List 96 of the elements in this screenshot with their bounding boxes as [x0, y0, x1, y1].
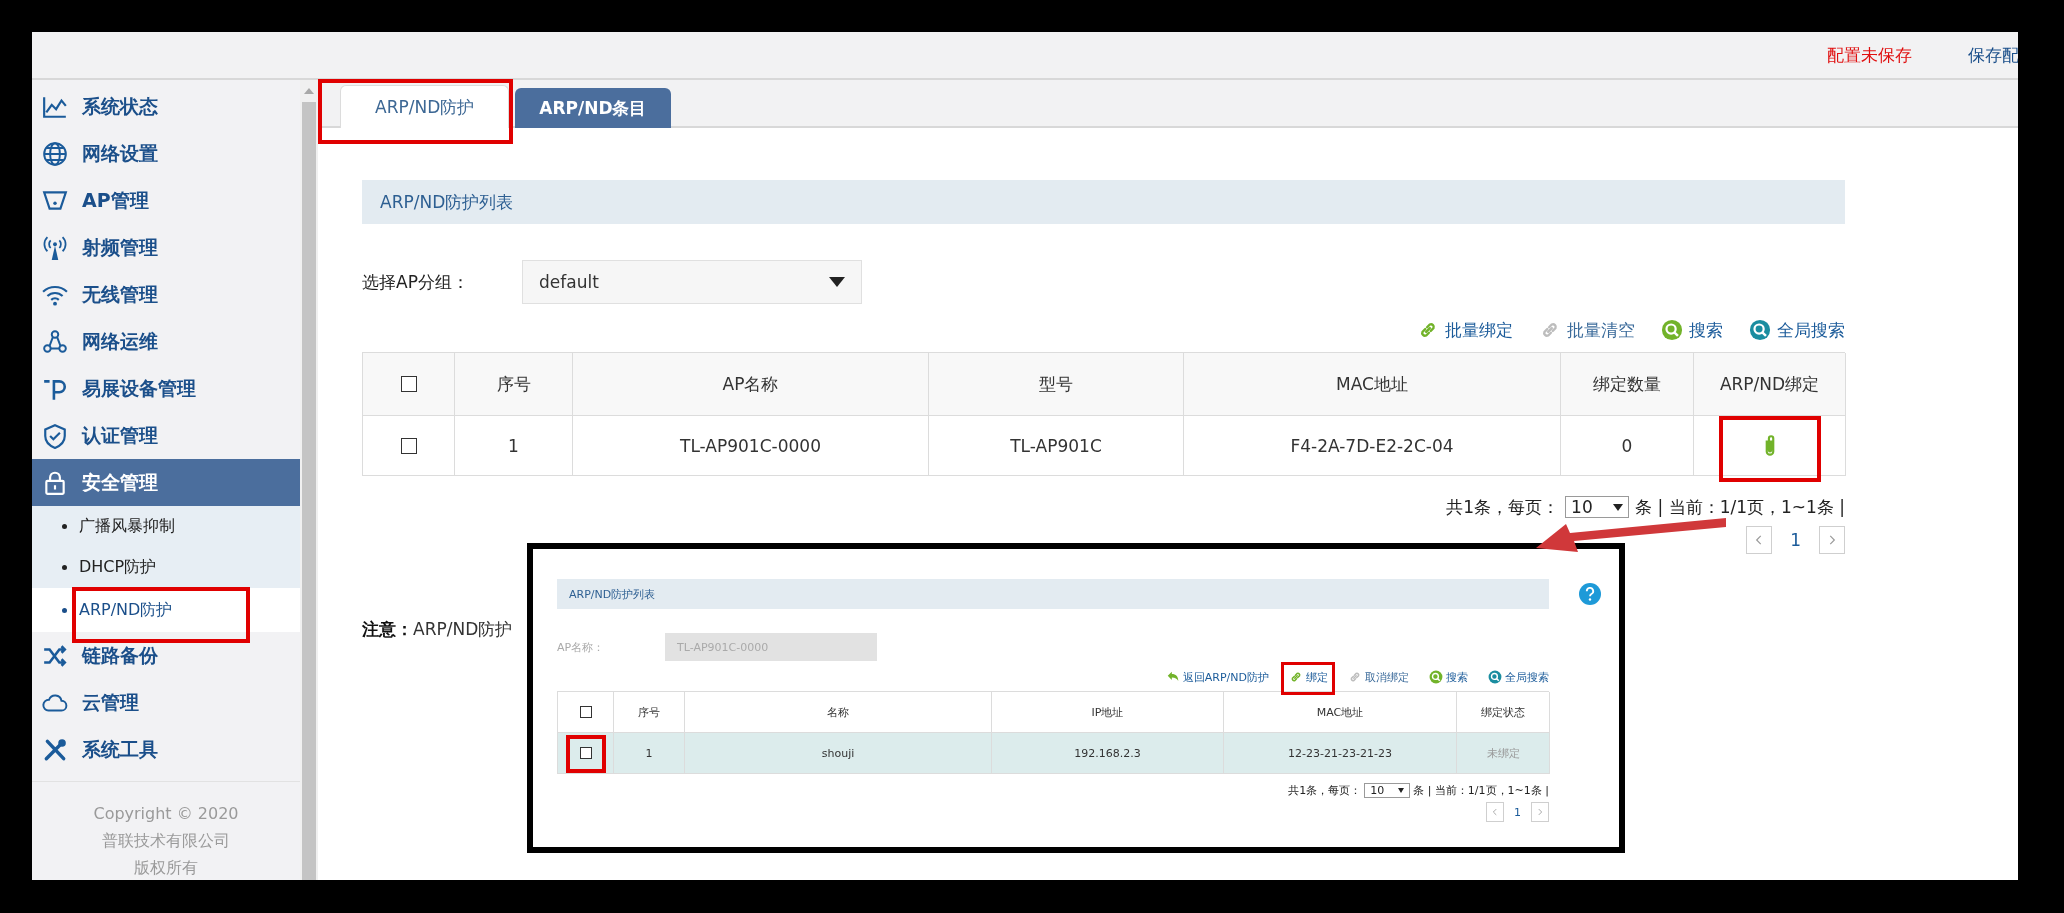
- tab[interactable]: ARP/ND条目: [515, 88, 671, 128]
- field-label: 选择AP分组：: [362, 270, 470, 294]
- column-header: ARP/ND绑定: [1694, 353, 1846, 416]
- table-cell: 0: [1561, 416, 1694, 476]
- group-select[interactable]: default: [522, 260, 862, 304]
- sidebar-item[interactable]: 链路备份: [32, 632, 300, 679]
- toolbar-link[interactable]: 搜索: [1429, 669, 1468, 685]
- sidebar-item[interactable]: AP管理: [32, 177, 300, 224]
- chain-link-icon: [1289, 670, 1303, 684]
- table-cell: TL-AP901C-0000: [573, 416, 929, 476]
- previous-page-button[interactable]: [1746, 526, 1773, 554]
- note-text: 注意：ARP/ND防护: [362, 618, 514, 641]
- submenu-item[interactable]: 广播风暴抑制: [32, 506, 300, 547]
- column-header: AP名称: [573, 353, 929, 416]
- submenu-item[interactable]: DHCP防护: [32, 547, 300, 588]
- scrollbar[interactable]: [300, 80, 318, 880]
- globe-icon: [42, 140, 68, 167]
- help-icon: [1579, 583, 1601, 605]
- bullet-icon: [62, 565, 67, 570]
- submenu-item[interactable]: ARP/ND防护: [32, 588, 300, 632]
- copyright-text: Copyright © 2020: [92, 803, 240, 825]
- sidebar-item[interactable]: 系统工具: [32, 726, 300, 773]
- column-header: 绑定状态: [1457, 692, 1550, 733]
- field-label: AP名称：: [557, 639, 606, 655]
- checkbox[interactable]: [400, 437, 417, 454]
- table-cell: 1: [614, 733, 685, 774]
- tools-icon: [42, 736, 68, 763]
- pagination-summary: 共1条，每页：: [1288, 782, 1362, 798]
- next-page-button[interactable]: [1819, 526, 1845, 554]
- column-header: MAC地址: [1224, 692, 1457, 733]
- sidebar-item[interactable]: 安全管理: [32, 459, 300, 506]
- checkbox[interactable]: [579, 747, 592, 759]
- next-page-button[interactable]: [1531, 802, 1549, 822]
- pagination-summary: 共1条，每页：: [1446, 495, 1560, 519]
- section-header: ARP/ND防护列表: [557, 579, 1549, 609]
- column-header: IP地址: [992, 692, 1224, 733]
- network-nodes-icon: [42, 328, 68, 355]
- search-icon: [1749, 319, 1771, 341]
- toolbar-link[interactable]: 返回ARP/ND防护: [1165, 669, 1269, 685]
- lock-icon: [42, 469, 68, 496]
- checkbox[interactable]: [400, 376, 417, 392]
- caret-icon: [1613, 503, 1624, 511]
- sidebar-item[interactable]: 云管理: [32, 679, 300, 726]
- bullet-icon: [62, 524, 67, 529]
- per-page-select[interactable]: 10: [1364, 782, 1411, 798]
- table-cell: 192.168.2.3: [992, 733, 1224, 774]
- column-header: 序号: [455, 353, 573, 416]
- bullet-icon: [62, 607, 67, 613]
- chevron-right-icon: [1535, 807, 1545, 817]
- table-cell: TL-AP901C: [929, 416, 1184, 476]
- column-header: 型号: [929, 353, 1184, 416]
- sidebar-item[interactable]: 网络运维: [32, 318, 300, 365]
- caret-icon: [1398, 787, 1405, 793]
- toolbar-link[interactable]: 搜索: [1661, 318, 1723, 342]
- search-icon: [1661, 319, 1683, 341]
- sidebar-item[interactable]: 射频管理: [32, 224, 300, 271]
- toolbar-link[interactable]: 全局搜索: [1488, 669, 1549, 685]
- sidebar-item[interactable]: 系统状态: [32, 83, 300, 130]
- copyright-text: 普联技术有限公司: [101, 830, 231, 852]
- checkbox[interactable]: [579, 706, 592, 718]
- table-cell: 1: [455, 416, 573, 476]
- section-header: ARP/ND防护列表: [362, 180, 1845, 224]
- per-page-select[interactable]: 10: [1565, 496, 1630, 518]
- chevron-left-icon: [1490, 807, 1500, 817]
- toolbar-link[interactable]: 绑定: [1289, 669, 1328, 685]
- pagination-info: 条 | 当前：1/1页，1~1条 |: [1413, 782, 1549, 798]
- pagination-info: 条 | 当前：1/1页，1~1条 |: [1635, 495, 1845, 519]
- column-header: 名称: [685, 692, 992, 733]
- unsaved-notice: 配置未保存: [1827, 43, 1912, 67]
- column-header: 绑定数量: [1561, 353, 1694, 416]
- chain-link-icon: [1348, 670, 1362, 684]
- table-cell: F4-2A-7D-E2-2C-04: [1184, 416, 1561, 476]
- tab[interactable]: ARP/ND防护: [340, 85, 510, 128]
- page-number[interactable]: 1: [1790, 530, 1801, 550]
- column-header: MAC地址: [1184, 353, 1561, 416]
- sidebar-item[interactable]: 网络设置: [32, 130, 300, 177]
- toolbar-link[interactable]: 批量绑定: [1417, 318, 1513, 342]
- table-cell: 未绑定: [1457, 733, 1550, 774]
- previous-page-button[interactable]: [1486, 802, 1504, 822]
- column-header: 序号: [614, 692, 685, 733]
- shield-check-icon: [42, 422, 68, 449]
- caret-icon: [829, 277, 845, 287]
- toolbar-link[interactable]: 全局搜索: [1749, 318, 1845, 342]
- copyright-text: 版权所有: [133, 857, 199, 879]
- sidebar-item[interactable]: 认证管理: [32, 412, 300, 459]
- save-config-link[interactable]: 保存配: [1968, 43, 2018, 67]
- table-cell: 12-23-21-23-21-23: [1224, 733, 1457, 774]
- table-cell: shouji: [685, 733, 992, 774]
- page-number[interactable]: 1: [1514, 805, 1521, 819]
- shuffle-icon: [42, 642, 68, 669]
- antenna-icon: [42, 234, 68, 261]
- sidebar-item[interactable]: 易展设备管理: [32, 365, 300, 412]
- search-icon: [1429, 670, 1443, 684]
- sidebar-item[interactable]: 无线管理: [32, 271, 300, 318]
- search-icon: [1488, 670, 1502, 684]
- help-button[interactable]: [1579, 583, 1601, 605]
